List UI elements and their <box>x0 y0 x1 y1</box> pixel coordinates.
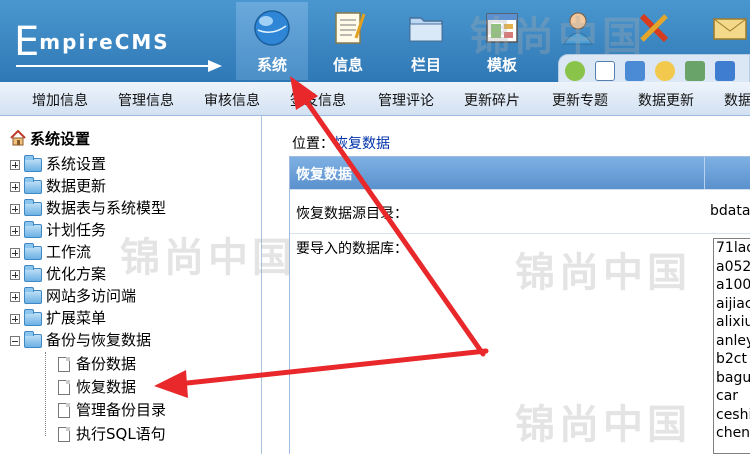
tree-item-expanded[interactable]: 备份与恢复数据 <box>10 329 151 351</box>
tree-item[interactable]: 优化方案 <box>10 263 106 285</box>
top-header: EmpireCMS 系统 信息 栏目 模板 <box>0 0 750 86</box>
submenu-add-info[interactable]: 增加信息 <box>32 90 88 110</box>
tree-child-restore[interactable]: 恢复数据 <box>58 376 136 398</box>
folder-icon <box>24 176 42 194</box>
folder-icon <box>24 220 42 238</box>
tab-info[interactable]: 信息 <box>312 2 384 80</box>
submenu-update-fragments[interactable]: 更新碎片 <box>464 90 520 110</box>
list-item[interactable]: b2ct <box>714 350 750 369</box>
expand-icon[interactable] <box>10 291 20 302</box>
tree-child-backup[interactable]: 备份数据 <box>58 353 136 375</box>
list-item[interactable]: ceshi <box>714 406 750 425</box>
tree-item[interactable]: 数据更新 <box>10 175 106 197</box>
globe-icon <box>254 10 290 46</box>
list-item[interactable]: alixiu <box>714 313 750 332</box>
admin-window: { "brand": { "logo_e": "E", "logo_rest":… <box>0 0 750 454</box>
tab-label: 模板 <box>486 56 517 74</box>
list-item[interactable]: aijiac <box>714 295 750 314</box>
collapse-icon[interactable] <box>10 335 20 346</box>
expand-icon[interactable] <box>10 181 20 192</box>
empirecms-logo: EmpireCMS <box>10 9 228 72</box>
tab-system[interactable]: 系统 <box>236 2 308 80</box>
tree-child-manage-dir[interactable]: 管理备份目录 <box>58 399 166 421</box>
tree-item[interactable]: 系统设置 <box>10 153 106 175</box>
tree-item[interactable]: 工作流 <box>10 241 91 263</box>
home-icon <box>10 130 26 146</box>
list-item[interactable]: a100 <box>714 276 750 295</box>
folder-icon <box>24 308 42 326</box>
folder-icon <box>24 154 42 172</box>
submenu-sign-info[interactable]: 签发信息 <box>290 90 346 110</box>
tab-label: 信息 <box>332 56 363 74</box>
folder-icon <box>409 17 443 42</box>
window-icon[interactable] <box>625 61 645 81</box>
restore-form-table: 恢复数据 恢复数据源目录： bdata 要导入的数据库： <box>289 156 750 454</box>
tab-column[interactable]: 栏目 <box>390 2 462 80</box>
submenu-update-topics[interactable]: 更新专题 <box>552 90 608 110</box>
tree-item[interactable]: 计划任务 <box>10 219 106 241</box>
tab-label: 系统 <box>256 56 287 74</box>
list-item[interactable]: bagu <box>714 369 750 388</box>
tree-item[interactable]: 扩展菜单 <box>10 307 106 329</box>
folder-icon <box>24 242 42 260</box>
page-icon <box>58 427 70 442</box>
expand-icon[interactable] <box>10 247 20 258</box>
mail-icon <box>713 18 747 40</box>
image-icon[interactable] <box>685 61 705 81</box>
source-dir-value[interactable]: bdata <box>710 203 750 219</box>
expand-icon[interactable] <box>10 203 20 214</box>
content-panel: 位置：恢复数据 恢复数据 恢复数据源目录： bdata 要导入的数据库： <box>262 116 750 454</box>
submenu-audit-info[interactable]: 审核信息 <box>204 90 260 110</box>
page-icon <box>58 357 70 372</box>
page-icon <box>58 380 70 395</box>
list-item[interactable]: car <box>714 387 750 406</box>
user-icon <box>563 12 593 45</box>
list-item[interactable]: chen <box>714 424 750 443</box>
submenu-manage-comments[interactable]: 管理评论 <box>378 90 434 110</box>
folder-open-icon <box>24 330 42 348</box>
folder-icon <box>24 264 42 282</box>
database-select-list[interactable]: 71lad a052 a100 aijiac alixiu anley b2ct… <box>713 238 750 454</box>
tree-child-exec-sql[interactable]: 执行SQL语句 <box>58 423 166 445</box>
star-icon[interactable] <box>715 61 735 81</box>
table-row: 要导入的数据库： <box>290 233 750 454</box>
list-item[interactable]: a052 <box>714 258 750 277</box>
list-icon[interactable] <box>595 61 615 81</box>
page-icon <box>58 403 70 418</box>
breadcrumb: 位置：恢复数据 <box>292 136 390 152</box>
table-header: 恢复数据 <box>290 157 750 189</box>
submenu-data-update[interactable]: 数据更新 <box>638 90 694 110</box>
template-icon <box>486 13 518 43</box>
tree-title: 系统设置 <box>30 130 91 148</box>
list-item[interactable]: anley <box>714 332 750 351</box>
sub-menu-bar: 增加信息 管理信息 审核信息 签发信息 管理评论 更新碎片 更新专题 数据更新 … <box>0 82 750 116</box>
breadcrumb-link[interactable]: 恢复数据 <box>334 136 390 152</box>
expand-icon[interactable] <box>10 225 20 236</box>
submenu-manage-info[interactable]: 管理信息 <box>118 90 174 110</box>
tab-template[interactable]: 模板 <box>466 2 538 80</box>
document-icon <box>335 12 366 44</box>
left-nav-tree: 系统设置 系统设置 数据更新 数据表与系统模型 计划任务 工作流 优化方案 网站… <box>0 116 262 454</box>
add-icon[interactable] <box>565 61 585 81</box>
tree-connector <box>45 352 46 436</box>
folder-icon <box>24 198 42 216</box>
submenu-data-more[interactable]: 数据 <box>724 90 750 110</box>
tree-item[interactable]: 网站多访问端 <box>10 285 136 307</box>
folder-icon <box>24 286 42 304</box>
source-dir-label: 恢复数据源目录： <box>296 206 408 222</box>
tools-icon <box>639 13 669 43</box>
import-db-label: 要导入的数据库： <box>296 241 408 257</box>
tab-label: 栏目 <box>410 56 441 74</box>
note-icon[interactable] <box>655 61 675 81</box>
expand-icon[interactable] <box>10 269 20 280</box>
tree-item[interactable]: 数据表与系统模型 <box>10 197 166 219</box>
expand-icon[interactable] <box>10 159 20 170</box>
list-item[interactable]: 71lad <box>714 239 750 258</box>
expand-icon[interactable] <box>10 313 20 324</box>
table-row: 恢复数据源目录： bdata <box>290 189 750 233</box>
